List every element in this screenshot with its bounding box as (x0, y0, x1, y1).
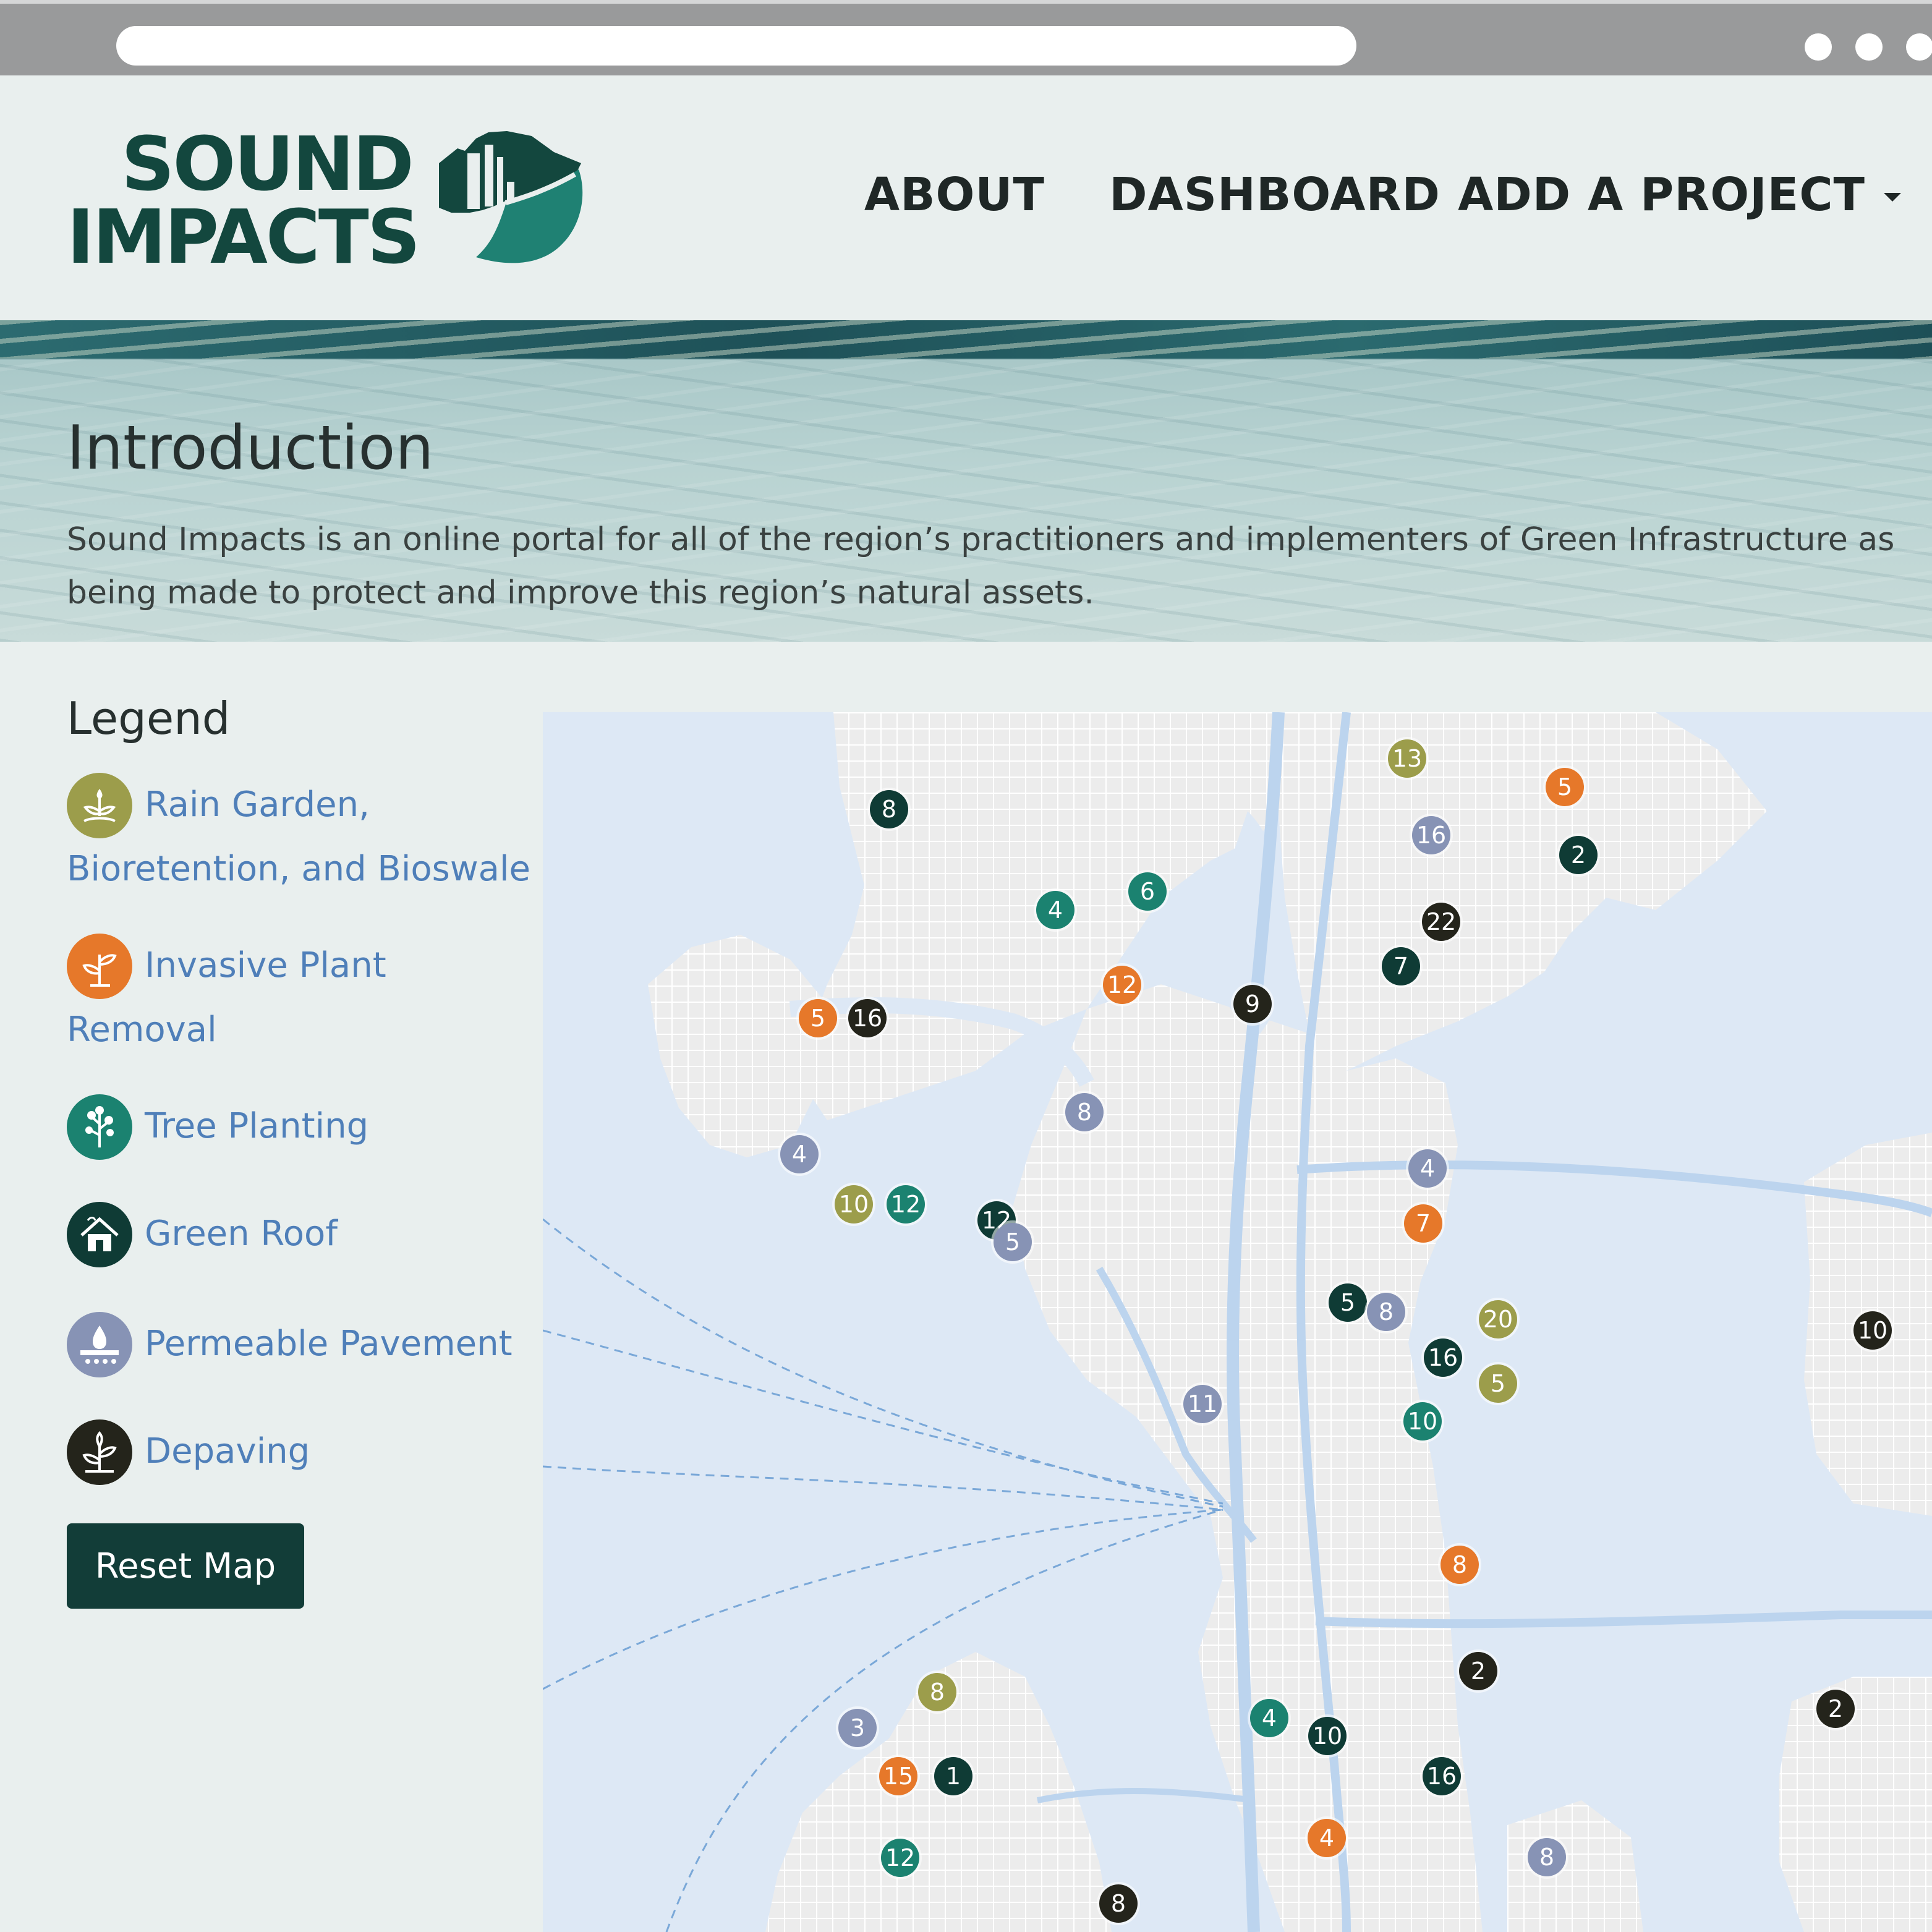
invasive-plant-icon (67, 934, 132, 999)
map-marker-roof[interactable]: 1 (934, 1757, 972, 1795)
water-image-strip (0, 320, 1932, 359)
project-map[interactable]: 13 5 8 16 2 6 4 22 7 12 9 5 16 8 4 4 10 12 12 5 7 5 8 20 10 16 5 11… (543, 712, 1932, 1932)
map-marker-tree[interactable]: 12 (887, 1185, 925, 1223)
caret-down-icon (1884, 193, 1901, 202)
legend-label-depaving: Depaving (145, 1431, 310, 1471)
map-marker-perm[interactable]: 4 (780, 1135, 819, 1173)
map-marker-inv[interactable]: 4 (1308, 1819, 1346, 1857)
legend-label-rain-garden-2: Bioretention, and Bioswale (67, 849, 530, 889)
intro-banner: Introduction Sound Impacts is an online … (0, 320, 1932, 642)
map-marker-inv[interactable]: 5 (799, 999, 837, 1037)
map-marker-perm[interactable]: 8 (1367, 1293, 1405, 1331)
intro-text-line-2: being made to protect and improve this r… (67, 574, 1094, 611)
legend-label-permeable-pavement: Permeable Pavement (145, 1324, 513, 1364)
map-marker-dep[interactable]: 10 (1853, 1311, 1892, 1350)
map-marker-dep[interactable]: 8 (1099, 1884, 1138, 1923)
map-marker-inv[interactable]: 8 (1440, 1546, 1479, 1584)
map-marker-inv[interactable]: 15 (879, 1757, 917, 1795)
legend-label-green-roof: Green Roof (145, 1214, 338, 1254)
map-marker-roof[interactable]: 16 (1424, 1338, 1462, 1377)
intro-text: Sound Impacts is an online portal for al… (67, 513, 1932, 619)
nav-about-label: ABOUT (864, 168, 1045, 221)
map-marker-rain[interactable]: 20 (1479, 1300, 1517, 1338)
map-marker-tree[interactable]: 4 (1250, 1699, 1288, 1737)
browser-chrome (0, 0, 1932, 75)
map-marker-perm[interactable]: 4 (1408, 1149, 1447, 1188)
legend-label-invasive-plant-2: Removal (67, 1010, 217, 1050)
sprout-icon (67, 1419, 132, 1485)
nav-dashboard[interactable]: DASHBOARD (1109, 168, 1440, 221)
intro-title: Introduction (67, 413, 434, 483)
map-marker-inv[interactable]: 5 (1546, 768, 1584, 806)
map-marker-rain[interactable]: 8 (918, 1673, 956, 1711)
map-marker-dep[interactable]: 22 (1422, 903, 1460, 941)
rain-garden-icon (67, 773, 132, 838)
map-marker-rain[interactable]: 13 (1388, 739, 1426, 778)
map-marker-roof[interactable]: 2 (1559, 836, 1598, 874)
address-bar[interactable] (116, 26, 1356, 66)
legend-label-rain-garden-1: Rain Garden, (145, 785, 370, 825)
map-marker-roof[interactable]: 7 (1382, 947, 1420, 985)
window-dot-2[interactable] (1855, 33, 1883, 61)
logo-line-2: IMPACTS (67, 195, 420, 281)
logo-line-1: SOUND (121, 122, 414, 208)
map-marker-dep[interactable]: 2 (1816, 1690, 1855, 1728)
nav-add-project-dropdown[interactable]: ADD A PROJECT (1458, 168, 1901, 221)
map-marker-inv[interactable]: 12 (1103, 966, 1141, 1004)
map-base (543, 712, 1932, 1932)
window-dot-3[interactable] (1906, 33, 1932, 61)
map-marker-perm[interactable]: 16 (1412, 816, 1450, 854)
map-marker-perm[interactable]: 11 (1183, 1385, 1222, 1423)
logo-city-icon (439, 131, 583, 263)
map-marker-inv[interactable]: 7 (1404, 1204, 1442, 1243)
legend-title: Legend (67, 692, 231, 744)
map-marker-roof[interactable]: 5 (1329, 1283, 1367, 1322)
map-marker-dep[interactable]: 9 (1233, 985, 1272, 1023)
map-marker-rain[interactable]: 10 (835, 1185, 873, 1223)
logo-wordmark[interactable]: SOUND IMPACTS (67, 122, 420, 281)
map-marker-tree[interactable]: 12 (881, 1839, 919, 1877)
window-dot-1[interactable] (1805, 33, 1832, 61)
intro-text-line-1: Sound Impacts is an online portal for al… (67, 521, 1895, 558)
legend-label-tree-planting: Tree Planting (145, 1106, 369, 1146)
map-marker-dep[interactable]: 2 (1459, 1652, 1497, 1690)
map-marker-roof[interactable]: 16 (1423, 1757, 1461, 1795)
map-marker-tree[interactable]: 10 (1403, 1402, 1442, 1440)
map-marker-perm[interactable]: 5 (994, 1223, 1032, 1261)
map-marker-tree[interactable]: 6 (1128, 872, 1167, 911)
nav-dashboard-label: DASHBOARD (1109, 168, 1440, 221)
map-marker-dep[interactable]: 16 (848, 999, 887, 1037)
tree-icon (67, 1094, 132, 1160)
nav-add-project-label: ADD A PROJECT (1458, 168, 1865, 221)
map-marker-roof[interactable]: 8 (870, 790, 908, 828)
house-icon (67, 1202, 132, 1267)
map-marker-perm[interactable]: 3 (838, 1709, 877, 1747)
reset-map-button[interactable]: Reset Map (67, 1523, 304, 1609)
map-marker-perm[interactable]: 8 (1065, 1093, 1104, 1131)
nav-about[interactable]: ABOUT (864, 168, 1045, 221)
droplet-icon (67, 1312, 132, 1377)
map-marker-perm[interactable]: 8 (1528, 1838, 1566, 1876)
map-marker-roof[interactable]: 10 (1308, 1717, 1347, 1755)
legend-label-invasive-plant-1: Invasive Plant (145, 945, 386, 985)
map-marker-tree[interactable]: 4 (1036, 891, 1075, 929)
map-marker-rain[interactable]: 5 (1479, 1364, 1517, 1403)
site-header: SOUND IMPACTS ABOUT DASHBOARD ADD A PROJ… (0, 75, 1932, 320)
